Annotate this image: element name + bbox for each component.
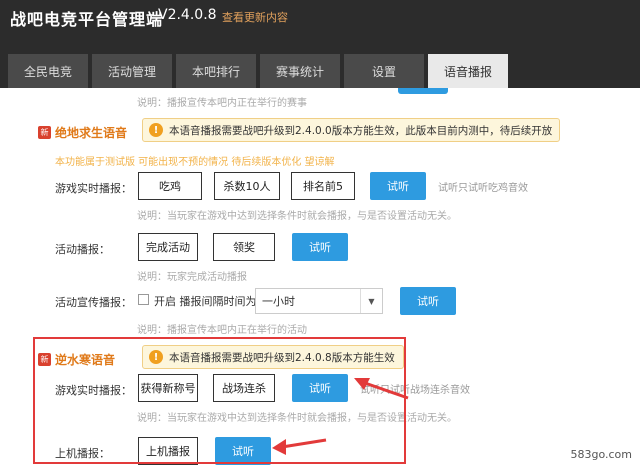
voice-broadcast-panel: 说明：播报宣传本吧内正在举行的赛事 新 绝地求生语音 ! 本语音播报需要战吧升级… (0, 88, 640, 467)
nishuihan-realtime-label: 游戏实时播报： (55, 384, 132, 397)
pubg-field-rank[interactable]: 排名前5 (291, 172, 355, 200)
pubg-field-complete-activity[interactable]: 完成活动 (138, 233, 198, 261)
tab-activity-management[interactable]: 活动管理 (92, 54, 172, 88)
promo-checkbox-label: 开启 播报间隔时间为 (154, 295, 257, 308)
top-note: 说明：播报宣传本吧内正在举行的赛事 (137, 98, 307, 109)
title-bar: 战吧电竞平台管理端 V2.4.0.8 查看更新内容 (0, 0, 640, 48)
warning-icon: ! (149, 123, 163, 137)
nishuihan-online-listen-button[interactable]: 试听 (215, 437, 271, 465)
pubg-field-kills[interactable]: 杀数10人 (214, 172, 280, 200)
pubg-activity-note: 说明：玩家完成活动播报 (137, 272, 247, 283)
nishuihan-field-online[interactable]: 上机播报 (138, 437, 198, 465)
pubg-promo-listen-button[interactable]: 试听 (400, 287, 456, 315)
warning-icon: ! (149, 350, 163, 364)
update-notes-link[interactable]: 查看更新内容 (222, 9, 288, 25)
nishuihan-field-battle-streak[interactable]: 战场连杀 (213, 374, 275, 402)
nishuihan-realtime-note: 说明：当玩家在游戏中达到选择条件时就会播报，与是否设置活动无关。 (137, 413, 457, 424)
app-version: V2.4.0.8 (158, 7, 217, 23)
pubg-realtime-hint: 试听只试听吃鸡音效 (438, 183, 528, 194)
nishuihan-section-header: 新 逆水寒语音 (38, 351, 115, 368)
app-title: 战吧电竞平台管理端 (10, 10, 164, 29)
tab-voice-broadcast[interactable]: 语音播报 (428, 54, 508, 88)
nishuihan-field-new-title[interactable]: 获得新称号 (138, 374, 198, 402)
nishuihan-warning: ! 本语音播报需要战吧升级到2.4.0.8版本方能生效 (142, 345, 404, 369)
pubg-field-claim-reward[interactable]: 领奖 (213, 233, 275, 261)
pubg-warning-text: 本语音播报需要战吧升级到2.4.0.0版本方能生效，此版本目前内测中，待后续开放 (169, 124, 553, 137)
pubg-realtime-label: 游戏实时播报： (55, 182, 132, 195)
tab-settings[interactable]: 设置 (344, 54, 424, 88)
promo-enable-checkbox[interactable] (138, 294, 149, 305)
pubg-realtime-note: 说明：当玩家在游戏中达到选择条件时就会播报，与是否设置活动无关。 (137, 211, 457, 222)
promo-interval-select[interactable]: 一小时 ▼ (255, 288, 383, 314)
tab-bar-ranking[interactable]: 本吧排行 (176, 54, 256, 88)
pubg-section-title: 绝地求生语音 (55, 126, 128, 140)
pubg-activity-listen-button[interactable]: 试听 (292, 233, 348, 261)
chevron-down-icon: ▼ (360, 289, 382, 313)
tab-bar: 全民电竞 活动管理 本吧排行 赛事统计 设置 语音播报 (0, 48, 640, 88)
pubg-warning: ! 本语音播报需要战吧升级到2.4.0.0版本方能生效，此版本目前内测中，待后续… (142, 118, 560, 142)
annotation-arrow-icon (272, 438, 327, 455)
pubg-promo-label: 活动宣传播报： (55, 296, 132, 309)
promo-interval-value: 一小时 (262, 295, 295, 308)
nishuihan-realtime-hint: 试听只试听战场连杀音效 (360, 385, 470, 396)
tab-match-stats[interactable]: 赛事统计 (260, 54, 340, 88)
pubg-field-chicken[interactable]: 吃鸡 (138, 172, 202, 200)
nishuihan-warning-text: 本语音播报需要战吧升级到2.4.0.8版本方能生效 (169, 351, 395, 364)
beta-note: 本功能属于测试版 可能出现不预的情况 待后续版本优化 望谅解 (55, 157, 335, 168)
listen-button-partial[interactable] (398, 88, 448, 94)
pubg-promo-note: 说明：播报宣传本吧内正在举行的活动 (137, 325, 307, 336)
nishuihan-online-label: 上机播报： (55, 447, 110, 460)
watermark: 583go.com (570, 448, 632, 461)
pubg-activity-label: 活动播报： (55, 243, 110, 256)
tab-esports[interactable]: 全民电竞 (8, 54, 88, 88)
new-badge: 新 (38, 353, 51, 366)
nishuihan-section-title: 逆水寒语音 (55, 353, 116, 367)
pubg-realtime-listen-button[interactable]: 试听 (370, 172, 426, 200)
pubg-section-header: 新 绝地求生语音 (38, 124, 127, 141)
new-badge: 新 (38, 126, 51, 139)
nishuihan-realtime-listen-button[interactable]: 试听 (292, 374, 348, 402)
